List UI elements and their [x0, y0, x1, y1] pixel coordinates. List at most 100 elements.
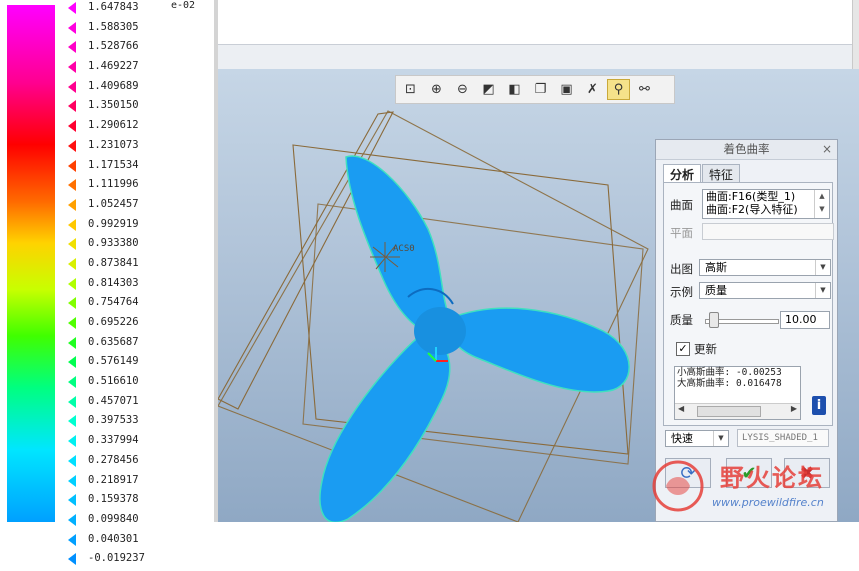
analysis-pane: 曲面 曲面:F16(类型_1) 曲面:F2(导入特征) ▲ ▼ 平面 出图 高斯 …	[663, 182, 834, 426]
update-checkbox[interactable]: ✓	[676, 342, 690, 356]
legend-marker-icon	[68, 435, 76, 448]
legend-value: 1.111996	[88, 178, 139, 191]
legend-exponent: e-02	[171, 0, 196, 11]
legend-marker-icon	[68, 41, 76, 54]
surface-item[interactable]: 曲面:F2(导入特征)	[706, 203, 829, 216]
legend-row: 1.231073	[62, 138, 172, 158]
legend-row: 0.576149	[62, 354, 172, 374]
readout-scrollbar[interactable]: ◀ ▶	[675, 403, 800, 419]
legend-row: 1.290612	[62, 118, 172, 138]
shaded-surface	[319, 155, 630, 522]
datum-plane-top	[218, 111, 394, 410]
output-select[interactable]: 高斯 ▼	[699, 259, 831, 276]
legend-values: 1.647843 1.588305 1.528766 1.469227 1.409689…	[62, 0, 172, 571]
legend-marker-icon	[68, 2, 76, 14]
legend-row: 0.218917	[62, 473, 172, 493]
legend-marker-icon	[68, 415, 76, 428]
legend-marker-icon	[68, 277, 76, 290]
surface-item[interactable]: 曲面:F16(类型_1)	[706, 190, 829, 203]
legend-value: 0.397533	[88, 414, 139, 427]
chevron-down-icon: ▼	[713, 431, 728, 446]
legend-marker-icon	[68, 513, 76, 526]
legend-value: 0.814303	[88, 276, 139, 289]
plane-label: 平面	[670, 226, 693, 240]
legend-marker-icon	[68, 297, 76, 310]
legend-value: 0.933380	[88, 237, 139, 250]
tab-feature[interactable]: 特征	[702, 164, 741, 184]
annotation-display-icon[interactable]: ⚯	[633, 79, 656, 100]
datum-display-icon[interactable]: ✗	[581, 79, 604, 100]
output-label: 出图	[670, 262, 693, 276]
zoom-in-icon[interactable]: ⊕	[425, 79, 448, 100]
legend-value: 0.992919	[88, 217, 139, 230]
legend-value: 0.576149	[88, 355, 139, 368]
legend-marker-icon	[68, 139, 76, 152]
min-curvature-text: 小高斯曲率: -0.00253	[677, 367, 782, 378]
surface-collector[interactable]: 曲面:F16(类型_1) 曲面:F2(导入特征) ▲ ▼	[702, 189, 830, 219]
legend-value: 0.516610	[88, 375, 139, 388]
watermark-url: www.proewildfire.cn	[712, 496, 824, 509]
chevron-down-icon: ▼	[815, 283, 830, 298]
output-value: 高斯	[705, 261, 727, 274]
legend-marker-icon	[68, 21, 76, 34]
tab-analysis[interactable]: 分析	[663, 164, 702, 184]
max-curvature-text: 大高斯曲率: 0.016478	[677, 378, 782, 389]
repaint-icon[interactable]: ◩	[477, 79, 500, 100]
legend-value: 0.218917	[88, 473, 139, 486]
legend-row: 0.873841	[62, 256, 172, 276]
saved-views-icon[interactable]: ❐	[529, 79, 552, 100]
legend-row: 0.754764	[62, 295, 172, 315]
zoom-out-icon[interactable]: ⊖	[451, 79, 474, 100]
legend-row: 1.350150	[62, 98, 172, 118]
legend-row: 0.635687	[62, 335, 172, 355]
legend-value: 1.171534	[88, 158, 139, 171]
mode-value: 快速	[671, 432, 693, 445]
chevron-down-icon: ▼	[815, 260, 830, 275]
scroll-right-icon[interactable]: ▶	[791, 404, 797, 413]
legend-marker-icon	[68, 474, 76, 487]
legend-marker-icon	[68, 159, 76, 172]
close-icon[interactable]: ×	[822, 140, 832, 159]
legend-marker-icon	[68, 395, 76, 408]
legend-row: 0.278456	[62, 453, 172, 473]
legend-marker-icon	[68, 317, 76, 329]
quality-label: 质量	[670, 313, 693, 327]
legend-row: 1.409689	[62, 79, 172, 99]
spin-center-icon[interactable]: ⚲	[607, 79, 630, 100]
watermark-logo-icon	[652, 460, 704, 512]
example-select[interactable]: 质量 ▼	[699, 282, 831, 299]
legend-value: 1.528766	[88, 40, 139, 53]
feature-name-field[interactable]: LYSIS_SHADED_1	[737, 429, 829, 447]
legend-marker-icon	[68, 218, 76, 231]
legend-marker-icon	[68, 100, 76, 113]
display-style-icon[interactable]: ◧	[503, 79, 526, 100]
view-toolbar: ⊡ ⊕ ⊖ ◩ ◧ ❐ ▣ ✗ ⚲ ⚯	[395, 75, 675, 104]
legend-row: 0.933380	[62, 236, 172, 256]
scroll-thumb[interactable]	[697, 406, 761, 417]
legend-row: -0.019237	[62, 551, 172, 571]
scroll-left-icon[interactable]: ◀	[678, 404, 684, 413]
mode-select[interactable]: 快速 ▼	[665, 430, 729, 447]
legend-value: 0.635687	[88, 335, 139, 348]
legend-marker-icon	[68, 553, 76, 566]
datum-plane-front	[292, 144, 629, 455]
vertical-scrollbar[interactable]	[852, 0, 859, 69]
refit-icon[interactable]: ⊡	[399, 79, 422, 100]
view-manager-icon[interactable]: ▣	[555, 79, 578, 100]
dialog-tabs: 分析 特征	[663, 164, 741, 184]
dialog-title: 着色曲率 ×	[656, 140, 837, 160]
legend-row: 1.111996	[62, 177, 172, 197]
surface-list-scrollbar[interactable]: ▲ ▼	[814, 190, 829, 218]
quality-slider-thumb[interactable]	[708, 312, 719, 328]
legend-value: 0.278456	[88, 453, 139, 466]
info-icon[interactable]: i	[812, 396, 826, 415]
legend-row: 1.469227	[62, 59, 172, 79]
legend-marker-icon	[68, 61, 76, 74]
hub	[414, 307, 466, 355]
legend-row: 0.516610	[62, 374, 172, 394]
example-value: 质量	[705, 284, 727, 297]
plane-collector[interactable]	[702, 223, 834, 240]
legend-value: -0.019237	[88, 552, 145, 565]
quality-input[interactable]: 10.00	[780, 311, 830, 329]
blade-bottom	[319, 330, 451, 522]
